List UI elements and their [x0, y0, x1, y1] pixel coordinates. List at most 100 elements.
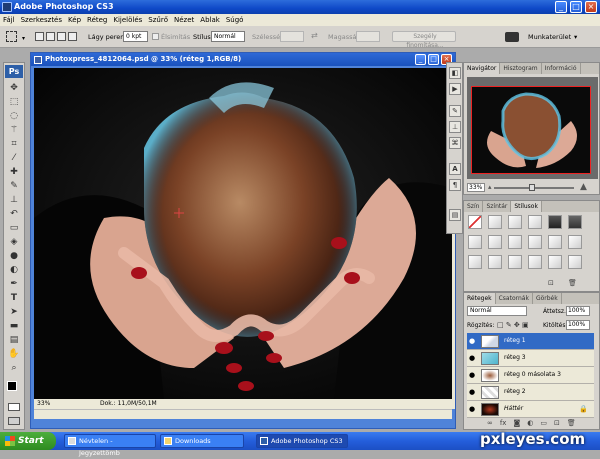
- foreground-color-swatch[interactable]: [7, 381, 17, 391]
- height-input[interactable]: [356, 31, 380, 42]
- brush-tool-icon[interactable]: ✎: [8, 181, 20, 192]
- tab-histogram[interactable]: Hisztogram: [500, 63, 542, 74]
- style-swatch-none[interactable]: [468, 215, 482, 229]
- zoom-level[interactable]: 33%: [37, 399, 50, 409]
- navigator-zoom-input[interactable]: 33%: [467, 183, 485, 192]
- tab-swatches[interactable]: Színtár: [483, 201, 512, 212]
- visibility-eye-icon[interactable]: ●: [469, 338, 475, 345]
- layer-row[interactable]: ● réteg 0 másolata 3: [467, 367, 594, 384]
- style-swatch[interactable]: [488, 255, 502, 269]
- zoom-tool-icon[interactable]: ⌕: [8, 363, 20, 374]
- delete-layer-icon[interactable]: 🗑: [567, 419, 576, 429]
- magic-wand-icon[interactable]: ⚚: [8, 125, 20, 136]
- menu-layer[interactable]: Réteg: [87, 16, 107, 24]
- menu-filter[interactable]: Szűrő: [148, 16, 168, 24]
- horizontal-scrollbar[interactable]: [34, 409, 452, 419]
- navigator-zoom-knob[interactable]: [529, 184, 535, 191]
- visibility-eye-icon[interactable]: ●: [469, 372, 475, 379]
- add-selection-icon[interactable]: [46, 32, 55, 41]
- visibility-eye-icon[interactable]: ●: [469, 389, 475, 396]
- layer-row[interactable]: ● Háttér 🔒: [467, 401, 594, 418]
- eyedropper-icon[interactable]: ⁄: [8, 153, 20, 164]
- menu-window[interactable]: Ablak: [200, 16, 220, 24]
- lasso-tool-icon[interactable]: ◌: [8, 111, 20, 122]
- menu-view[interactable]: Nézet: [174, 16, 194, 24]
- maximize-button[interactable]: □: [570, 1, 582, 13]
- tab-channels[interactable]: Csatornák: [496, 293, 533, 304]
- intersect-selection-icon[interactable]: [68, 32, 77, 41]
- new-style-icon[interactable]: ⊡: [548, 279, 554, 287]
- task-downloads[interactable]: Downloads: [160, 434, 244, 448]
- tool-preset-chevron-icon[interactable]: ▾: [22, 35, 25, 42]
- eraser-tool-icon[interactable]: ▭: [8, 223, 20, 234]
- adjustment-layer-icon[interactable]: ◐: [527, 419, 533, 429]
- marquee-tool-icon[interactable]: [6, 31, 17, 42]
- refine-edge-button[interactable]: Szegély finomítása...: [392, 31, 456, 49]
- marquee-tool-icon[interactable]: ⬚: [8, 97, 20, 108]
- zoom-in-icon[interactable]: ▲: [580, 182, 587, 192]
- navigator-view-box[interactable]: [471, 86, 591, 174]
- menu-file[interactable]: Fájl: [3, 16, 15, 24]
- style-swatch[interactable]: [488, 235, 502, 249]
- paragraph-panel-icon[interactable]: ¶: [449, 179, 461, 191]
- clone-stamp-icon[interactable]: ⊥: [8, 195, 20, 206]
- visibility-eye-icon[interactable]: ●: [469, 355, 475, 362]
- antialias-checkbox[interactable]: [152, 33, 159, 40]
- paint-bucket-icon[interactable]: ◈: [8, 237, 20, 248]
- style-swatch[interactable]: [508, 235, 522, 249]
- style-swatch[interactable]: [508, 255, 522, 269]
- style-select[interactable]: Normál: [211, 31, 245, 42]
- brushes-panel-icon[interactable]: ✎: [449, 105, 461, 117]
- workspace-chevron-icon[interactable]: ▾: [574, 33, 577, 41]
- link-layers-icon[interactable]: ∞: [487, 419, 493, 429]
- pen-tool-icon[interactable]: ✒: [8, 279, 20, 290]
- tab-color[interactable]: Szín: [464, 201, 484, 212]
- style-swatch[interactable]: [468, 235, 482, 249]
- tab-navigator[interactable]: Navigátor: [464, 63, 501, 74]
- layer-comps-panel-icon[interactable]: ▤: [449, 209, 461, 221]
- blend-mode-select[interactable]: Normál: [467, 306, 527, 316]
- workspace-menu[interactable]: Munkaterület: [528, 33, 571, 41]
- tool-presets-panel-icon[interactable]: ⌘: [449, 137, 461, 149]
- tab-styles[interactable]: Stílusok: [511, 201, 542, 212]
- new-group-icon[interactable]: ▭: [540, 419, 547, 429]
- path-select-icon[interactable]: ➤: [8, 307, 20, 318]
- feather-input[interactable]: 0 kpt: [123, 31, 148, 42]
- doc-minimize-button[interactable]: _: [415, 54, 426, 65]
- menu-help[interactable]: Súgó: [226, 16, 244, 24]
- subtract-selection-icon[interactable]: [57, 32, 66, 41]
- swap-dimensions-icon[interactable]: ⇄: [311, 31, 318, 40]
- style-swatch[interactable]: [548, 215, 562, 229]
- workspace-icon[interactable]: [505, 32, 519, 42]
- style-swatch[interactable]: [568, 215, 582, 229]
- style-swatch[interactable]: [548, 235, 562, 249]
- screen-mode-icon[interactable]: [8, 417, 20, 425]
- doc-maximize-button[interactable]: □: [428, 54, 439, 65]
- navigator-preview[interactable]: [467, 77, 598, 179]
- width-input[interactable]: [280, 31, 304, 42]
- clone-source-panel-icon[interactable]: ⊥: [449, 121, 461, 133]
- menu-image[interactable]: Kép: [68, 16, 81, 24]
- menu-select[interactable]: Kijelölés: [113, 16, 142, 24]
- style-swatch[interactable]: [568, 235, 582, 249]
- tab-info[interactable]: Információ: [542, 63, 581, 74]
- shape-tool-icon[interactable]: ▬: [8, 321, 20, 332]
- tab-layers[interactable]: Rétegek: [464, 293, 496, 304]
- opacity-input[interactable]: 100%: [566, 306, 590, 316]
- minimize-button[interactable]: _: [555, 1, 567, 13]
- healing-brush-icon[interactable]: ✚: [8, 167, 20, 178]
- style-swatch[interactable]: [488, 215, 502, 229]
- canvas[interactable]: [34, 68, 452, 400]
- task-photoshop[interactable]: Adobe Photoshop CS3: [256, 434, 348, 448]
- new-selection-icon[interactable]: [35, 32, 44, 41]
- menu-edit[interactable]: Szerkesztés: [21, 16, 62, 24]
- blur-tool-icon[interactable]: ●: [8, 251, 20, 262]
- character-panel-icon[interactable]: A: [449, 163, 461, 175]
- style-swatch[interactable]: [528, 215, 542, 229]
- actions-panel-icon[interactable]: ▶: [449, 83, 461, 95]
- visibility-eye-icon[interactable]: ●: [469, 406, 475, 413]
- zoom-out-icon[interactable]: ▴: [488, 183, 492, 191]
- layer-row[interactable]: ● réteg 3: [467, 350, 594, 367]
- dodge-tool-icon[interactable]: ◐: [8, 265, 20, 276]
- tab-paths[interactable]: Görbék: [533, 293, 562, 304]
